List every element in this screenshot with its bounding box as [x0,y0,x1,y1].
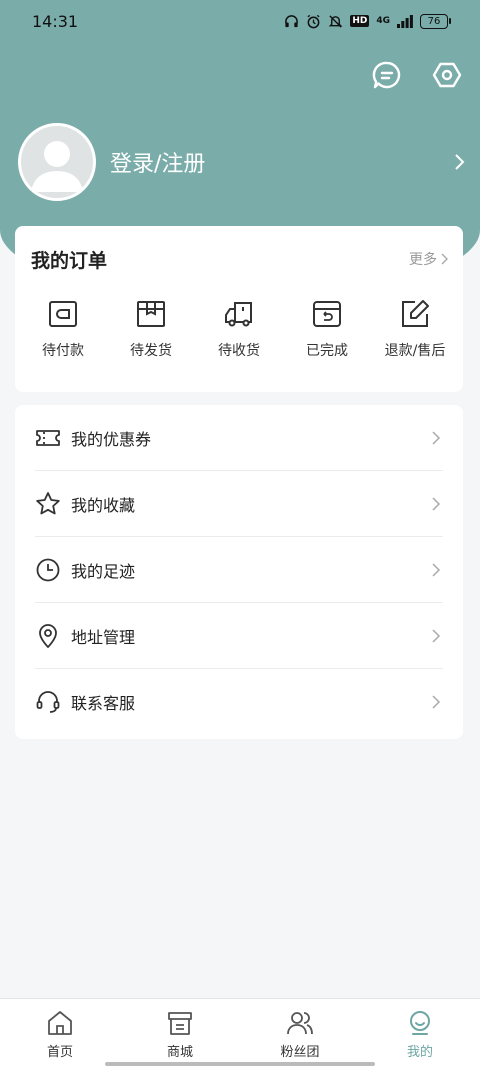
hd-icon: HD [350,15,370,27]
wallet-icon [49,301,77,327]
bell-off-icon [328,14,343,28]
star-icon [36,491,60,514]
order-item-pending-payment[interactable]: 待付款 [19,298,107,360]
battery-icon: 76 [420,13,451,29]
login-register-link[interactable]: 登录/注册 [110,146,450,178]
tab-label: 首页 [46,1045,73,1060]
chevron-right-icon [432,430,441,445]
settings-icon [432,62,462,88]
settings-button[interactable] [432,60,462,90]
tab-label: 商城 [166,1045,193,1060]
orders-title: 我的订单 [31,249,108,272]
tab-fans[interactable]: 粉丝团 [240,999,360,1068]
order-item-label: 已完成 [306,343,348,359]
fans-icon [287,1012,313,1035]
order-item-pending-receipt[interactable]: 待收货 [195,298,283,360]
menu-item-address[interactable]: 地址管理 [35,603,443,669]
menu-item-label: 地址管理 [71,627,136,647]
tab-home[interactable]: 首页 [0,999,120,1068]
top-actions [372,60,462,90]
order-item-completed[interactable]: 已完成 [283,298,371,360]
edit-icon [402,300,429,327]
bottom-tab-bar: 首页 商城 粉丝团 我的 [0,998,480,1068]
avatar[interactable] [18,123,96,201]
message-button[interactable] [372,60,402,90]
order-item-pending-shipment[interactable]: 待发货 [107,298,195,360]
profile-icon [410,1011,430,1035]
home-indicator [105,1062,375,1066]
status-bar: 14:31 HD 4G 76 [0,0,480,42]
completed-box-icon [313,301,341,327]
order-item-label: 待付款 [42,343,84,359]
menu-item-coupons[interactable]: 我的优惠券 [35,405,443,471]
status-time: 14:31 [32,11,79,31]
tab-label: 粉丝团 [280,1045,320,1060]
menu-card: 我的优惠券 我的收藏 我的足迹 地址管理 联系客服 [15,405,463,739]
menu-item-history[interactable]: 我的足迹 [35,537,443,603]
menu-item-label: 我的收藏 [71,495,136,515]
orders-more-link[interactable]: 更多 [409,249,449,269]
profile-login-row[interactable]: 登录/注册 [18,120,468,204]
chevron-right-icon [455,154,465,170]
chevron-right-icon [432,694,441,709]
order-item-label: 待发货 [130,343,172,359]
default-avatar-icon [31,141,83,192]
headphones-icon [285,14,299,27]
package-icon [137,301,165,327]
menu-item-favorites[interactable]: 我的收藏 [35,471,443,537]
chevron-right-icon [432,628,441,643]
battery-level: 76 [427,15,441,27]
clock-icon [36,558,60,581]
more-label: 更多 [409,252,437,268]
truck-icon [225,302,252,327]
tab-mine[interactable]: 我的 [360,999,480,1068]
network-label: 4G [376,16,390,26]
menu-item-label: 我的足迹 [71,561,136,581]
order-item-refund[interactable]: 退款/售后 [371,298,459,360]
chevron-right-icon [432,496,441,511]
order-item-label: 待收货 [218,343,260,359]
menu-item-label: 我的优惠券 [71,429,152,449]
order-status-row: 待付款 待发货 待收货 已完成 退款/售后 [15,298,463,360]
chevron-right-icon [432,562,441,577]
shop-icon [168,1012,192,1035]
location-icon [39,623,57,648]
headset-icon [36,690,60,713]
tab-shop[interactable]: 商城 [120,999,240,1068]
tab-label: 我的 [406,1045,433,1060]
home-icon [48,1011,72,1035]
menu-item-label: 联系客服 [71,693,136,713]
signal-icon [397,14,413,28]
menu-item-customer-service[interactable]: 联系客服 [35,669,443,734]
chevron-right-icon [441,253,448,265]
order-item-label: 退款/售后 [384,343,446,359]
status-icons: HD 4G 76 [284,13,451,29]
message-icon [372,61,401,89]
orders-header: 我的订单 更多 [15,226,463,292]
orders-card: 我的订单 更多 待付款 待发货 待收货 已完成 退款/售后 [15,226,463,392]
alarm-icon [307,14,320,28]
coupon-icon [36,429,60,446]
